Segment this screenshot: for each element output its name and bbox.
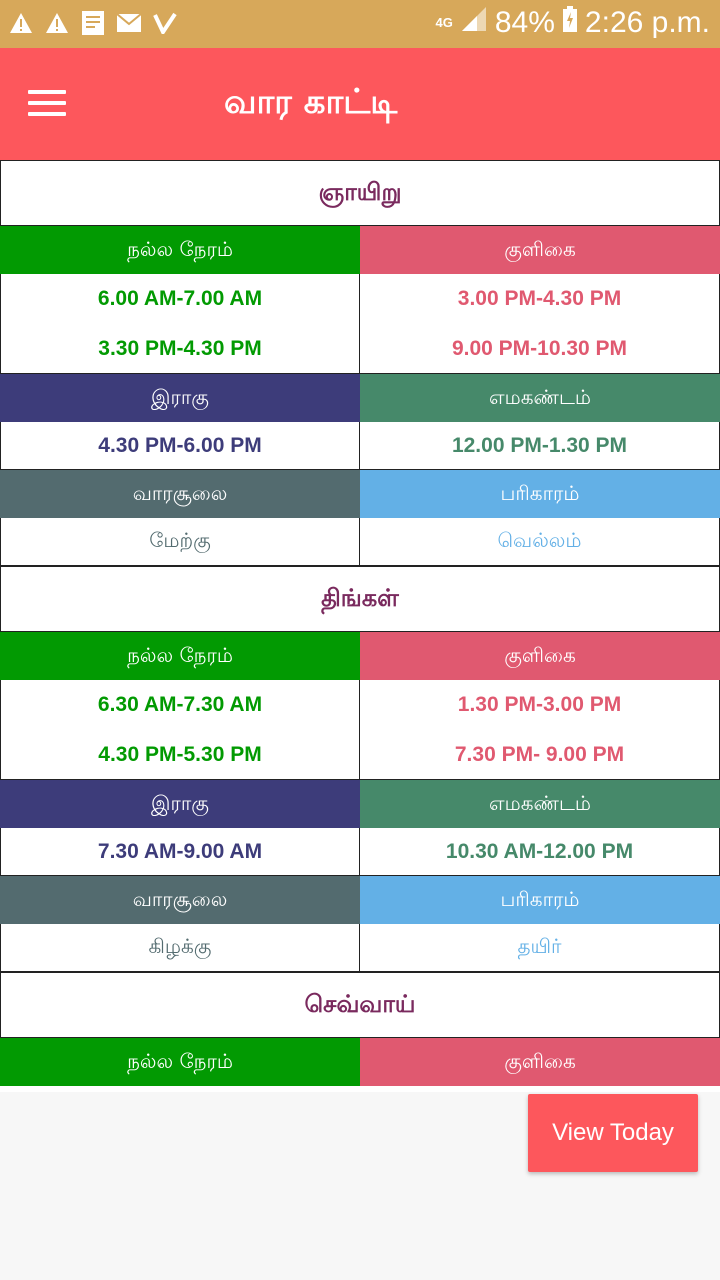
soolai-header: வாரசூலை — [0, 470, 360, 518]
battery-percent: 84% — [494, 6, 555, 39]
time-slot: 7.30 PM- 9.00 PM — [454, 742, 625, 766]
emagandam-header: எமகண்டம் — [360, 374, 720, 422]
time-row: இராகு 4.30 PM-6.00 PM எமகண்டம் 12.00 PM-… — [0, 374, 720, 470]
emagandam-value: 12.00 PM-1.30 PM — [360, 422, 720, 470]
emagandam-header: எமகண்டம் — [360, 780, 720, 828]
hamburger-menu-icon[interactable] — [28, 88, 68, 118]
day-header: ஞாயிறு — [0, 160, 720, 226]
emagandam-value: 10.30 AM-12.00 PM — [360, 828, 720, 876]
kuligai-values: 3.00 PM-4.30 PM 9.00 PM-10.30 PM — [360, 274, 720, 374]
time-slot: 4.30 PM-5.30 PM — [98, 742, 262, 766]
nalla-neram-header: நல்ல நேரம் — [0, 1038, 360, 1086]
time-slot: 3.00 PM-4.30 PM — [457, 286, 622, 310]
ragu-value: 7.30 AM-9.00 AM — [0, 828, 360, 876]
time-slot: 6.30 AM-7.30 AM — [97, 692, 263, 716]
parigaram-header: பரிகாரம் — [360, 470, 720, 518]
warning-icon — [8, 10, 34, 36]
day-header: திங்கள் — [0, 566, 720, 632]
time-slot: 9.00 PM-10.30 PM — [451, 336, 628, 360]
status-right: 4G 84% 2:26 p.m. — [436, 6, 710, 40]
nalla-neram-header: நல்ல நேரம் — [0, 632, 360, 680]
check-icon — [152, 10, 178, 36]
soolai-header: வாரசூலை — [0, 876, 360, 924]
soolai-value: மேற்கு — [0, 518, 360, 566]
kuligai-values: 1.30 PM-3.00 PM 7.30 PM- 9.00 PM — [360, 680, 720, 780]
mail-icon — [116, 10, 142, 36]
app-toolbar: வார காட்டி — [0, 48, 720, 160]
kuligai-header: குளிகை — [360, 1038, 720, 1086]
nalla-neram-values: 6.30 AM-7.30 AM 4.30 PM-5.30 PM — [0, 680, 360, 780]
day-header: செவ்வாய் — [0, 972, 720, 1038]
time-slot: 6.00 AM-7.00 AM — [97, 286, 263, 310]
warning-icon — [44, 10, 70, 36]
kuligai-header: குளிகை — [360, 226, 720, 274]
time-row: இராகு 7.30 AM-9.00 AM எமகண்டம் 10.30 AM-… — [0, 780, 720, 876]
soolai-value: கிழக்கு — [0, 924, 360, 972]
battery-icon — [562, 6, 577, 40]
nalla-neram-values: 6.00 AM-7.00 AM 3.30 PM-4.30 PM — [0, 274, 360, 374]
nalla-neram-header: நல்ல நேரம் — [0, 226, 360, 274]
parigaram-value: வெல்லம் — [360, 518, 720, 566]
document-icon — [80, 10, 106, 36]
info-row: வாரசூலை கிழக்கு பரிகாரம் தயிர் — [0, 876, 720, 972]
weekly-schedule-list[interactable]: ஞாயிறு நல்ல நேரம் 6.00 AM-7.00 AM 3.30 P… — [0, 160, 720, 1092]
notification-icons — [8, 10, 178, 36]
time-row: நல்ல நேரம் 6.30 AM-7.30 AM 4.30 PM-5.30 … — [0, 632, 720, 780]
page-title: வார காட்டி — [224, 82, 398, 122]
time-slot: 3.30 PM-4.30 PM — [98, 336, 262, 360]
clock: 2:26 p.m. — [584, 6, 710, 39]
time-row: நல்ல நேரம் குளிகை — [0, 1038, 720, 1086]
time-row: நல்ல நேரம் 6.00 AM-7.00 AM 3.30 PM-4.30 … — [0, 226, 720, 374]
parigaram-value: தயிர் — [360, 924, 720, 972]
parigaram-header: பரிகாரம் — [360, 876, 720, 924]
ragu-value: 4.30 PM-6.00 PM — [0, 422, 360, 470]
time-slot: 1.30 PM-3.00 PM — [457, 692, 622, 716]
view-today-button[interactable]: View Today — [528, 1094, 698, 1172]
ragu-header: இராகு — [0, 780, 360, 828]
network-type: 4G — [435, 15, 453, 30]
kuligai-header: குளிகை — [360, 632, 720, 680]
info-row: வாரசூலை மேற்கு பரிகாரம் வெல்லம் — [0, 470, 720, 566]
signal-icon — [461, 6, 487, 40]
ragu-header: இராகு — [0, 374, 360, 422]
status-bar: 4G 84% 2:26 p.m. — [0, 0, 720, 48]
